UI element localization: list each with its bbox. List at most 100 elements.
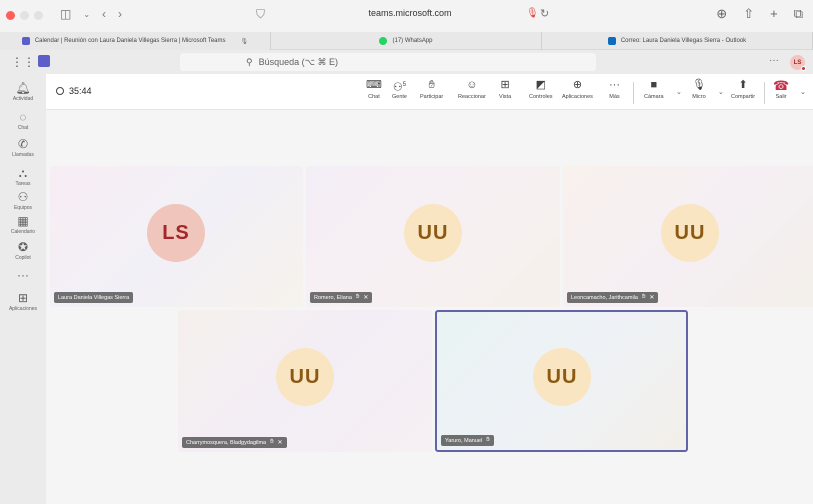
tab-overview-icon[interactable]: ⧉ — [794, 6, 803, 22]
tab-label: (17) WhatsApp — [392, 38, 433, 44]
mic-icon: 🎙 — [692, 79, 706, 91]
avatar-initials: LS — [162, 221, 190, 244]
forward-icon[interactable]: › — [118, 7, 122, 21]
shield-icon — [56, 87, 64, 95]
participant-name: Yaruro, Manuel — [445, 437, 483, 444]
participant-tile[interactable]: LS Laura Daniela Villegas Sierra — [50, 166, 303, 307]
apps-button[interactable]: ⊕ Aplicaciones — [562, 79, 593, 100]
sidebar-toggle-icon[interactable]: ◫ — [60, 7, 71, 21]
people-button[interactable]: ⚇5 Gente — [392, 79, 407, 100]
leave-options-chevron-icon[interactable]: ⌄ — [800, 88, 806, 96]
rail-label: Equipos — [13, 205, 33, 211]
rail-item-teams[interactable]: ⚇ Equipos — [0, 191, 46, 212]
status-indicator — [801, 66, 806, 71]
chat-icon: ⌨︎ — [366, 79, 382, 91]
close-window-button[interactable] — [6, 11, 15, 20]
zoom-window-button[interactable] — [34, 11, 43, 20]
rail-label: Copilot — [15, 255, 31, 261]
view-label: Vista — [499, 94, 512, 100]
outlook-icon — [607, 37, 616, 45]
avatar-initials: LS — [793, 59, 802, 66]
camera-button[interactable]: ■ Cámara — [644, 79, 664, 100]
rail-item-calendar[interactable]: ▦ Calendario — [0, 214, 46, 236]
participant-avatar: LS — [147, 204, 205, 262]
back-icon[interactable]: ‹ — [102, 7, 106, 21]
timer-text: 35:44 — [69, 86, 92, 96]
window-controls — [6, 11, 43, 20]
rail-item-chat[interactable]: ◌ Chat — [0, 111, 46, 132]
participant-name: Romero, Eliana — [314, 294, 352, 301]
rail-label: Chat — [17, 125, 29, 131]
browser-tab-bar: Calendar | Reunión con Laura Daniela Vil… — [0, 32, 813, 50]
app-rail: 🔔︎ Actividad ◌ Chat ✆ Llamadas ⛬ Tareas … — [0, 74, 46, 504]
mic-options-chevron-icon[interactable]: ⌄ — [718, 88, 724, 96]
people-count: 5 — [402, 82, 407, 88]
privacy-shield-icon[interactable]: ⛉ — [256, 7, 265, 22]
mic-in-use-icon[interactable]: 🎙 — [526, 8, 539, 19]
participant-tile[interactable]: UU Romero, Eliana ✋︎ ✕ — [306, 166, 560, 307]
more-options-icon[interactable]: ··· — [769, 55, 779, 66]
raise-hand-button[interactable]: ✋︎ Participar — [420, 79, 443, 100]
rail-item-apps[interactable]: ⊞ Aplicaciones — [0, 292, 46, 313]
address-bar[interactable]: teams.microsoft.com — [340, 8, 480, 18]
chat-label: Chat — [368, 94, 380, 100]
participant-name: Laura Daniela Villegas Sierra — [58, 294, 130, 301]
download-icon[interactable]: ⊕ — [716, 6, 727, 22]
tab-label: Correo: Laura Daniela Villegas Sierra - … — [620, 38, 747, 44]
participant-hand-icon: ✋︎ — [486, 437, 490, 443]
search-icon: ⚲ — [246, 56, 253, 67]
view-button[interactable]: ⊞ Vista — [499, 79, 511, 100]
leave-button[interactable]: ☎ Salir — [773, 79, 789, 100]
avatar-initials: UU — [546, 365, 578, 388]
view-icon: ⊞ — [500, 79, 510, 91]
raise-hand-icon: ✋︎ — [428, 79, 435, 91]
calendar-icon: ▦ — [17, 214, 29, 228]
rail-item-calls[interactable]: ✆ Llamadas — [0, 138, 46, 159]
mic-label: Micro — [692, 94, 706, 100]
rail-label: Calendario — [10, 229, 36, 235]
chevron-down-icon[interactable]: ⌄ — [83, 10, 90, 19]
user-avatar[interactable]: LS — [790, 55, 806, 71]
rail-item-activity[interactable]: 🔔︎ Actividad — [0, 81, 46, 103]
share-icon[interactable]: ⇧ — [743, 6, 754, 22]
mic-button[interactable]: 🎙 Micro — [692, 79, 706, 100]
participant-tile[interactable]: UU Leoncamacho, Jarithcamila ✋︎ ✕ — [563, 166, 813, 307]
teams-calendar-icon — [21, 37, 30, 45]
participant-name-tag: Leoncamacho, Jarithcamila ✋︎ ✕ — [567, 292, 659, 303]
toolbar-divider — [633, 82, 634, 104]
controls-button[interactable]: ◩ Controles — [529, 79, 553, 100]
avatar-initials: UU — [417, 221, 449, 244]
rail-item-more[interactable]: ··· — [0, 269, 46, 282]
participant-avatar: UU — [661, 204, 719, 262]
mic-icon: 🎙 — [240, 38, 249, 45]
more-button[interactable]: ··· Más — [609, 79, 620, 100]
chat-button[interactable]: ⌨︎ Chat — [366, 79, 382, 100]
minimize-window-button[interactable] — [20, 11, 29, 20]
search-input[interactable]: ⚲ Búsqueda (⌥ ⌘ E) — [180, 53, 596, 71]
people-label: Gente — [392, 94, 407, 100]
people-icon: ⚇5 — [392, 81, 407, 94]
participate-label: Participar — [420, 94, 444, 100]
new-tab-icon[interactable]: + — [770, 6, 778, 22]
react-label: Reaccionar — [458, 94, 486, 100]
rail-label: Tareas — [15, 181, 31, 187]
rail-item-copilot[interactable]: ✪ Copilot — [0, 241, 46, 262]
share-button[interactable]: ⬆ Compartir — [731, 79, 755, 100]
tab-teams[interactable]: Calendar | Reunión con Laura Daniela Vil… — [0, 32, 271, 50]
participant-tile[interactable]: UU Charrymosquera, Bladgydagilma ✋︎ ✕ — [178, 310, 432, 452]
search-placeholder: Búsqueda (⌥ ⌘ E) — [258, 56, 338, 67]
tab-outlook[interactable]: Correo: Laura Daniela Villegas Sierra - … — [542, 32, 813, 50]
camera-options-chevron-icon[interactable]: ⌄ — [676, 88, 682, 96]
rail-item-tasks[interactable]: ⛬ Tareas — [0, 167, 46, 188]
participant-tile-speaking[interactable]: UU Yaruro, Manuel ✋︎ — [435, 310, 688, 452]
tab-whatsapp[interactable]: (17) WhatsApp — [271, 32, 542, 50]
reload-icon[interactable]: ↻ — [540, 7, 549, 20]
apps-icon: ⊕ — [572, 79, 583, 91]
bell-icon: 🔔︎ — [15, 81, 31, 95]
participant-avatar: UU — [533, 348, 591, 406]
more-icon: ··· — [609, 79, 620, 91]
share-label: Compartir — [731, 94, 756, 100]
participant-hand-icon: ✋︎ — [641, 294, 646, 300]
react-button[interactable]: ☺ Reaccionar — [458, 79, 486, 100]
rail-label: Actividad — [12, 96, 34, 102]
